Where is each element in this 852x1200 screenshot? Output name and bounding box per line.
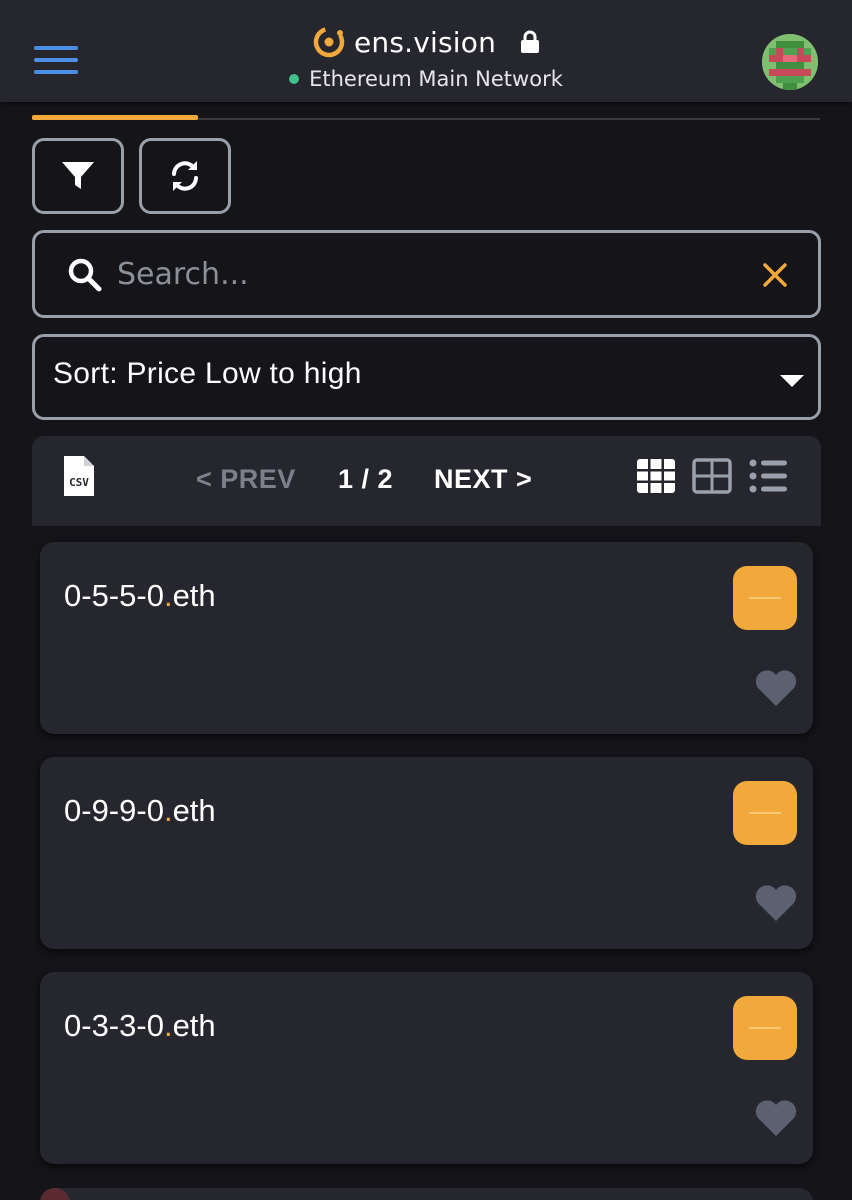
next-page-button[interactable]: NEXT > (434, 464, 532, 495)
top-bar: ens.vision Ethereum Main Network (0, 0, 852, 102)
domain-name: 0-3-3-0.eth (64, 1008, 216, 1043)
brand-name: ens.vision (353, 25, 497, 59)
domain-card[interactable]: 0-9-9-0.eth (40, 757, 813, 949)
heart-icon[interactable] (754, 1098, 798, 1138)
avatar-pixel-image (762, 34, 818, 90)
minus-icon (749, 597, 781, 599)
domain-card[interactable]: 0-5-5-0.eth (40, 542, 813, 734)
card-action-button[interactable] (733, 566, 797, 630)
chevron-down-icon (780, 375, 804, 387)
pagination-bar: CSV < PREV 1 / 2 NEXT > (32, 436, 821, 526)
card-avatar (40, 1188, 70, 1200)
heart-icon[interactable] (754, 883, 798, 923)
search-icon (68, 258, 102, 292)
minus-icon (749, 812, 781, 814)
domain-name: 0-9-9-0.eth (64, 793, 216, 828)
refresh-button[interactable] (139, 138, 231, 214)
card-action-button[interactable] (733, 781, 797, 845)
domain-name: 0-5-5-0.eth (64, 578, 216, 613)
network-indicator: Ethereum Main Network (0, 66, 852, 92)
small-grid-icon[interactable] (692, 458, 732, 494)
csv-icon[interactable]: CSV (62, 454, 96, 498)
brand[interactable]: ens.vision (0, 22, 852, 62)
heart-icon[interactable] (754, 668, 798, 708)
network-name: Ethereum Main Network (309, 67, 563, 91)
minus-icon (749, 1027, 781, 1029)
search-box (32, 230, 821, 318)
svg-text:CSV: CSV (69, 476, 89, 489)
network-status-dot (289, 74, 300, 84)
filter-button[interactable] (32, 138, 124, 214)
ens-vision-logo-icon (313, 26, 345, 58)
domain-card-partial[interactable] (40, 1188, 813, 1200)
prev-page-button[interactable]: < PREV (196, 464, 296, 495)
tab-active-indicator[interactable] (32, 115, 198, 120)
search-input[interactable] (117, 249, 737, 299)
sort-label: Sort: Price Low to high (53, 357, 362, 390)
clear-icon[interactable] (761, 261, 789, 289)
avatar[interactable] (762, 34, 818, 90)
card-action-button[interactable] (733, 996, 797, 1060)
filter-icon (62, 162, 94, 189)
refresh-icon (172, 161, 198, 191)
page-indicator: 1 / 2 (338, 464, 394, 494)
domain-card[interactable]: 0-3-3-0.eth (40, 972, 813, 1164)
sort-select[interactable]: Sort: Price Low to high (32, 334, 821, 420)
large-grid-icon[interactable] (636, 458, 676, 494)
list-icon[interactable] (748, 458, 788, 494)
lock-icon (521, 30, 540, 53)
